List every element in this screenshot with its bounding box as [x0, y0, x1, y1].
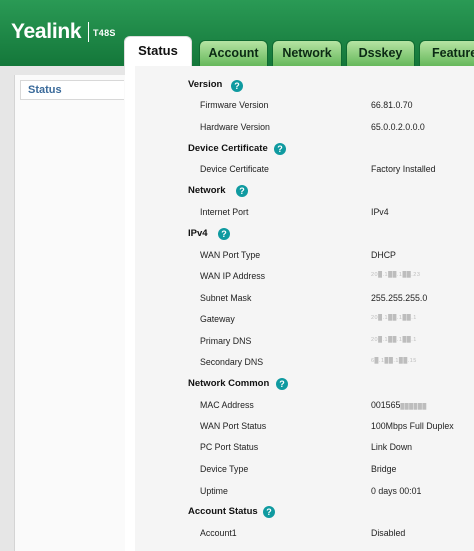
- secondary-dns-label: Secondary DNS: [200, 357, 264, 367]
- sidebar-item-status[interactable]: Status: [20, 80, 124, 100]
- tab-features[interactable]: Feature: [419, 40, 474, 66]
- ipv4-help-icon[interactable]: ?: [218, 228, 230, 240]
- subnet-mask-label: Subnet Mask: [200, 293, 252, 303]
- primary-dns-label: Primary DNS: [200, 336, 252, 346]
- status-content-panel: [135, 66, 474, 551]
- mac-address-label: MAC Address: [200, 400, 254, 410]
- wan-ip-address-value: 20█.1██.1██.23: [371, 272, 421, 278]
- account1-value: Disabled: [371, 528, 406, 538]
- mac-address-prefix: 001565: [371, 400, 401, 410]
- wan-port-status-label: WAN Port Status: [200, 421, 267, 431]
- internet-port-label: Internet Port: [200, 207, 249, 217]
- wan-port-status-value: 100Mbps Full Duplex: [371, 421, 454, 431]
- device-certificate-value: Factory Installed: [371, 164, 436, 174]
- brand-logo: Yealink: [11, 20, 82, 43]
- firmware-version-value: 66.81.0.70: [371, 100, 413, 110]
- tab-dsskey[interactable]: Dsskey: [346, 40, 415, 66]
- version-help-icon[interactable]: ?: [231, 80, 243, 92]
- tab-account[interactable]: Account: [199, 40, 268, 66]
- wan-port-type-value: DHCP: [371, 250, 396, 260]
- sidebar-panel: [14, 75, 126, 551]
- section-title-device-certificate: Device Certificate: [188, 143, 268, 154]
- network-common-help-icon[interactable]: ?: [276, 378, 288, 390]
- model-label: T48S: [93, 28, 116, 38]
- section-title-version: Version: [188, 79, 223, 90]
- hardware-version-label: Hardware Version: [200, 122, 270, 132]
- primary-dns-value: 20█.1██.1██.1: [371, 337, 417, 343]
- firmware-version-label: Firmware Version: [200, 100, 269, 110]
- network-help-icon[interactable]: ?: [236, 185, 248, 197]
- wan-port-type-label: WAN Port Type: [200, 250, 261, 260]
- pc-port-status-value: Link Down: [371, 442, 413, 452]
- device-certificate-help-icon[interactable]: ?: [274, 143, 286, 155]
- secondary-dns-value: 6█.1██.1██.15: [371, 358, 417, 364]
- device-type-value: Bridge: [371, 464, 397, 474]
- gateway-value: 20█.1██.1██.1: [371, 315, 417, 321]
- pc-port-status-label: PC Port Status: [200, 442, 259, 452]
- account1-label: Account1: [200, 528, 237, 538]
- sidebar: [0, 66, 126, 551]
- mac-address-redacted: ██████: [400, 404, 427, 410]
- section-title-network-common: Network Common: [188, 378, 270, 389]
- section-title-network: Network: [188, 185, 226, 196]
- mac-address-value: 001565██████: [371, 400, 427, 410]
- internet-port-value: IPv4: [371, 207, 389, 217]
- account-status-help-icon[interactable]: ?: [263, 506, 275, 518]
- gateway-label: Gateway: [200, 314, 235, 324]
- uptime-value: 0 days 00:01: [371, 486, 422, 496]
- section-title-account-status: Account Status: [188, 506, 258, 517]
- device-certificate-label: Device Certificate: [200, 164, 269, 174]
- logo-separator: [88, 22, 89, 42]
- hardware-version-value: 65.0.0.2.0.0.0: [371, 122, 425, 132]
- tab-network[interactable]: Network: [272, 40, 342, 66]
- wan-ip-address-label: WAN IP Address: [200, 271, 266, 281]
- section-title-ipv4: IPv4: [188, 228, 208, 239]
- content-gutter: [125, 66, 135, 551]
- subnet-mask-value: 255.255.255.0: [371, 293, 428, 303]
- device-type-label: Device Type: [200, 464, 249, 474]
- uptime-label: Uptime: [200, 486, 228, 496]
- tab-status[interactable]: Status: [124, 36, 192, 67]
